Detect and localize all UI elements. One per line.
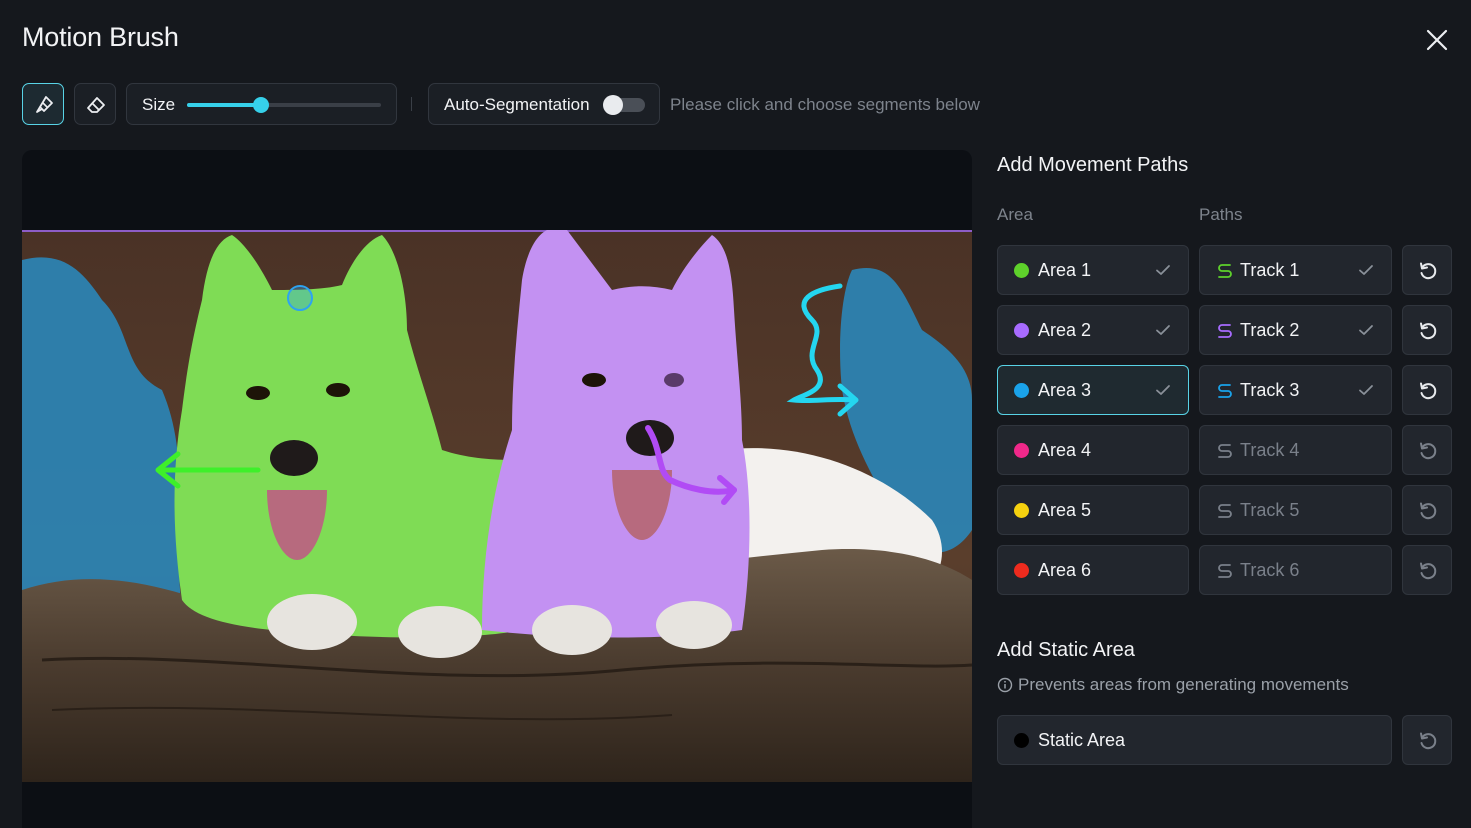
s-path-icon	[1218, 564, 1232, 578]
reset-button-3[interactable]	[1402, 365, 1452, 415]
area-label: Area 3	[1038, 380, 1092, 400]
reset-icon	[1420, 262, 1437, 280]
s-path-icon	[1218, 444, 1232, 458]
check-icon	[1156, 265, 1170, 275]
area-color-dot	[1014, 563, 1029, 578]
reset-icon	[1420, 502, 1437, 520]
dog-image	[22, 230, 972, 782]
area-label: Area 1	[1038, 260, 1092, 280]
reset-icon	[1420, 442, 1437, 460]
eraser-icon	[87, 97, 105, 113]
size-slider-thumb[interactable]	[252, 97, 269, 113]
area-color-dot	[1014, 503, 1029, 518]
area-color-dot	[1014, 263, 1029, 278]
static-area-title: Add Static Area	[997, 639, 1135, 661]
check-icon	[1156, 385, 1170, 395]
reset-button-5[interactable]	[1402, 485, 1452, 535]
check-icon	[1359, 385, 1373, 395]
auto-segmentation-control: Auto-Segmentation	[428, 83, 660, 125]
auto-segmentation-label: Auto-Segmentation	[444, 95, 590, 114]
size-slider-fill	[187, 103, 261, 107]
area-button-5[interactable]: Area 5	[997, 485, 1189, 535]
static-area-button[interactable]: Static Area	[997, 715, 1392, 765]
area-button-2[interactable]: Area 2	[997, 305, 1189, 355]
reset-icon	[1420, 322, 1437, 340]
track-button-1[interactable]: Track 1	[1199, 245, 1392, 295]
track-button-6[interactable]: Track 6	[1199, 545, 1392, 595]
static-area-dot	[1014, 733, 1029, 748]
page-title: Motion Brush	[22, 22, 179, 52]
track-button-5[interactable]: Track 5	[1199, 485, 1392, 535]
reset-icon	[1420, 382, 1437, 400]
brush-icon	[36, 96, 53, 113]
area-color-dot	[1014, 383, 1029, 398]
check-icon	[1359, 325, 1373, 335]
check-icon	[1156, 325, 1170, 335]
info-icon	[997, 677, 1013, 693]
track-label: Track 3	[1240, 380, 1300, 400]
s-path-icon	[1218, 264, 1232, 278]
check-icon	[1359, 265, 1373, 275]
auto-segmentation-toggle[interactable]	[603, 95, 645, 115]
track-button-2[interactable]: Track 2	[1199, 305, 1392, 355]
s-path-icon	[1218, 324, 1232, 338]
size-label: Size	[142, 95, 176, 114]
area-label: Area 2	[1038, 320, 1092, 340]
reset-button-6[interactable]	[1402, 545, 1452, 595]
track-label: Track 2	[1240, 320, 1300, 340]
static-area-info: Prevents areas from generating movements	[997, 675, 1349, 695]
reset-icon	[1420, 562, 1437, 580]
area-color-dot	[1014, 323, 1029, 338]
size-slider[interactable]	[187, 97, 381, 113]
brush-button[interactable]	[22, 83, 64, 125]
image-canvas[interactable]	[22, 150, 972, 828]
static-area-reset-button[interactable]	[1402, 715, 1452, 765]
reset-button-1[interactable]	[1402, 245, 1452, 295]
s-path-icon	[1218, 504, 1232, 518]
hint-text: Please click and choose segments below	[670, 95, 980, 114]
area-button-6[interactable]: Area 6	[997, 545, 1189, 595]
area-button-1[interactable]: Area 1	[997, 245, 1189, 295]
static-area-info-text: Prevents areas from generating movements	[1018, 675, 1349, 694]
reset-button-2[interactable]	[1402, 305, 1452, 355]
area-label: Area 5	[1038, 500, 1092, 520]
reset-icon	[1420, 732, 1437, 750]
area-button-4[interactable]: Area 4	[997, 425, 1189, 475]
size-control: Size	[126, 83, 397, 125]
s-path-icon	[1218, 384, 1232, 398]
static-area-label: Static Area	[1038, 730, 1126, 750]
close-icon[interactable]	[1422, 25, 1452, 55]
movement-paths-title: Add Movement Paths	[997, 154, 1189, 176]
toggle-knob	[603, 95, 623, 115]
area-label: Area 4	[1038, 440, 1092, 460]
eraser-button[interactable]	[74, 83, 116, 125]
paths-column-label: Paths	[1199, 205, 1243, 224]
reset-button-4[interactable]	[1402, 425, 1452, 475]
area-color-dot	[1014, 443, 1029, 458]
track-label: Track 5	[1240, 500, 1300, 520]
area-button-3[interactable]: Area 3	[997, 365, 1189, 415]
toolbar-divider	[411, 97, 412, 111]
track-label: Track 4	[1240, 440, 1300, 460]
track-label: Track 6	[1240, 560, 1300, 580]
area-column-label: Area	[997, 205, 1033, 224]
track-button-4[interactable]: Track 4	[1199, 425, 1392, 475]
area-label: Area 6	[1038, 560, 1092, 580]
track-label: Track 1	[1240, 260, 1300, 280]
track-button-3[interactable]: Track 3	[1199, 365, 1392, 415]
